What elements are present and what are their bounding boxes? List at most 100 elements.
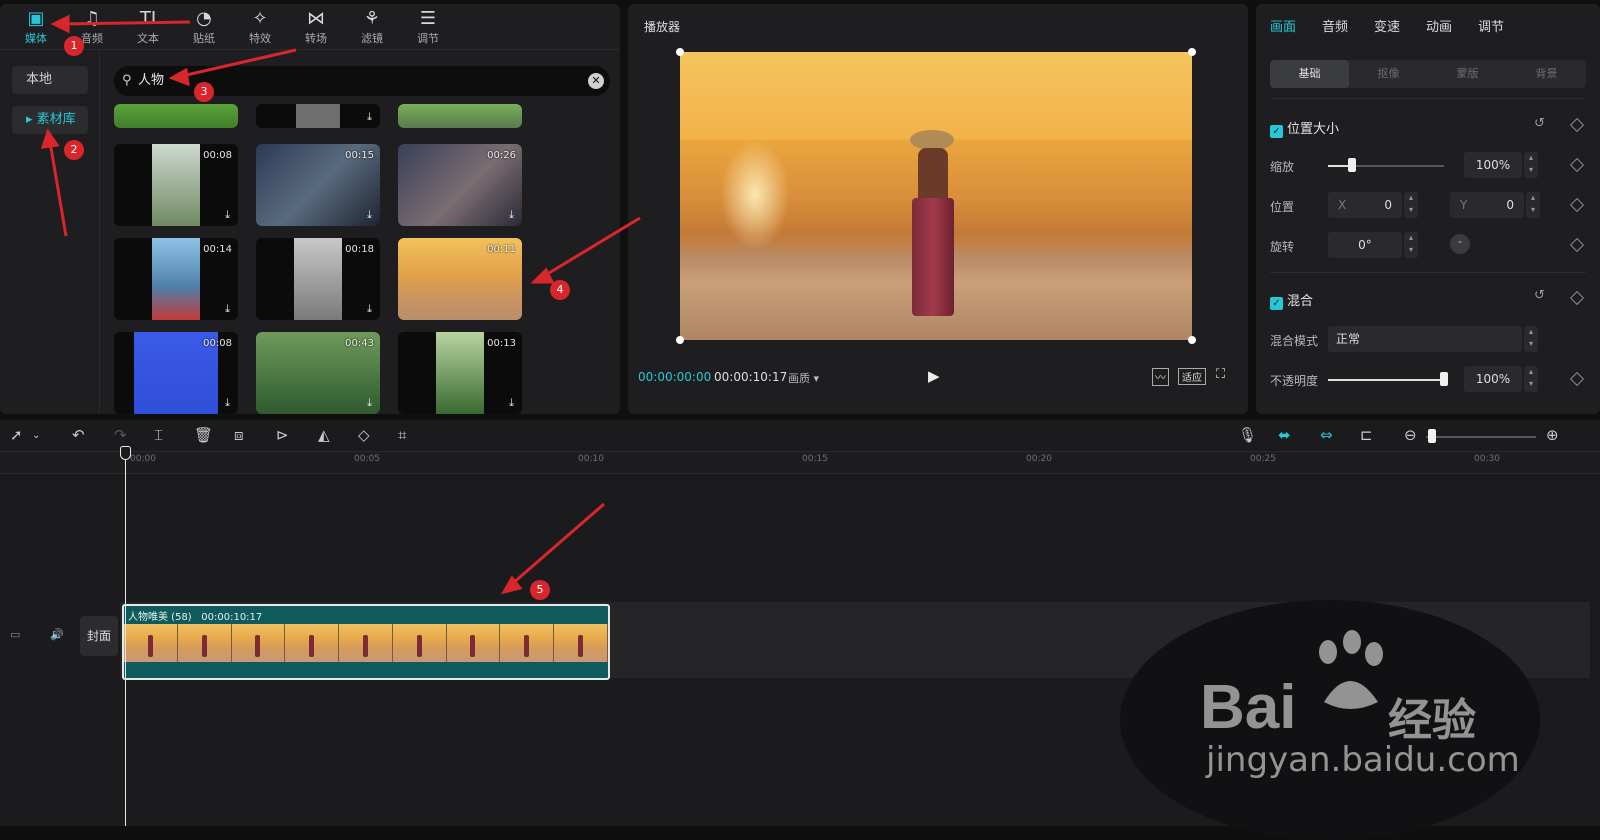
rotate-input[interactable]: 0°	[1328, 232, 1402, 258]
tab-picture[interactable]: 画面	[1270, 16, 1296, 35]
tab-text[interactable]: TI 文本	[120, 8, 176, 48]
snap-icon[interactable]: ⬌	[1278, 426, 1291, 444]
opacity-input[interactable]: 100%	[1464, 366, 1522, 392]
media-thumb[interactable]: 00:26 ⤓	[398, 144, 522, 226]
tab-prop-audio[interactable]: 音频	[1322, 16, 1348, 35]
download-icon[interactable]: ⤓	[367, 110, 372, 124]
sidebar-item-local[interactable]: 本地	[12, 66, 88, 94]
play-icon[interactable]: ▶	[928, 367, 940, 385]
tab-media[interactable]: ▣ 媒体	[8, 8, 64, 48]
media-thumb-partial[interactable]	[114, 104, 238, 128]
cover-button[interactable]: 封面	[80, 616, 118, 656]
keyframe-icon[interactable]	[1569, 290, 1585, 306]
playhead-handle[interactable]	[120, 446, 131, 460]
mirror-icon[interactable]: ◭	[318, 426, 330, 444]
fullscreen-icon[interactable]: ⛶	[1216, 367, 1225, 382]
time-ruler[interactable]: 00:00 00:05 00:10 00:15 00:20 00:25 00:3…	[0, 452, 1600, 474]
keyframe-icon[interactable]	[1569, 157, 1585, 173]
resize-handle[interactable]	[676, 336, 684, 344]
sub-tab-basic[interactable]: 基础	[1270, 60, 1349, 88]
sidebar-item-library[interactable]: ▸ 素材库	[12, 106, 88, 134]
media-thumb[interactable]: 00:08 ⤓	[114, 332, 238, 414]
media-thumb[interactable]: 00:13 ⤓	[398, 332, 522, 414]
sub-tab-background[interactable]: 背景	[1507, 60, 1586, 88]
delete-icon[interactable]: 🗑	[194, 426, 213, 444]
download-icon[interactable]: ⤓	[225, 396, 230, 410]
preview-axis-icon[interactable]: ⊏	[1360, 426, 1373, 444]
download-icon[interactable]: ⤓	[367, 208, 372, 222]
blend-mode-select[interactable]: 正常	[1328, 326, 1522, 352]
position-y-input[interactable]: Y0	[1450, 192, 1524, 218]
tab-animation[interactable]: 动画	[1426, 16, 1452, 35]
media-thumb[interactable]: 00:08 ⤓	[114, 144, 238, 226]
playhead[interactable]	[125, 448, 126, 826]
clear-search-icon[interactable]: ✕	[588, 73, 604, 89]
freeze-frame-icon[interactable]: ⧈	[234, 426, 244, 444]
quality-dropdown[interactable]: 画质 ▾	[788, 370, 819, 386]
download-icon[interactable]: ⤓	[509, 208, 514, 222]
reverse-icon[interactable]: ⊳	[276, 426, 289, 444]
download-icon[interactable]: ⤓	[225, 208, 230, 222]
redo-icon[interactable]: ↷	[114, 426, 127, 444]
microphone-icon[interactable]: 🎙	[1238, 426, 1257, 444]
reset-icon[interactable]: ↺	[1534, 116, 1545, 131]
media-thumb-selected[interactable]: 00:11	[398, 238, 522, 320]
fit-button[interactable]: 适应	[1178, 368, 1206, 385]
resize-handle[interactable]	[676, 48, 684, 56]
video-clip[interactable]: 人物唯美 (58) 00:00:10:17	[122, 604, 610, 680]
sub-tab-mask[interactable]: 蒙版	[1428, 60, 1507, 88]
track-video-icon[interactable]: ▭	[10, 628, 20, 641]
zoom-in-icon[interactable]: ⊕	[1546, 426, 1559, 444]
tab-effects[interactable]: ✧ 特效	[232, 8, 288, 48]
download-icon[interactable]: ⤓	[509, 396, 514, 410]
rotate-icon[interactable]: ◇	[358, 426, 370, 444]
download-icon[interactable]: ⤓	[367, 396, 372, 410]
position-x-input[interactable]: X0	[1328, 192, 1402, 218]
tab-transition[interactable]: ⋈ 转场	[288, 8, 344, 48]
chevron-down-icon[interactable]: ⌄	[32, 430, 40, 441]
undo-icon[interactable]: ↶	[72, 426, 85, 444]
checkbox-icon[interactable]: ✓	[1270, 297, 1283, 310]
rotate-stepper-icon[interactable]: ▴ ▾	[1404, 232, 1418, 258]
zoom-out-icon[interactable]: ⊖	[1404, 426, 1417, 444]
scale-stepper-icon[interactable]: ▴ ▾	[1524, 152, 1538, 178]
media-thumb[interactable]: 00:15 ⤓	[256, 144, 380, 226]
rotate-dial-icon[interactable]: -	[1450, 234, 1470, 254]
tab-adjust[interactable]: ☰ 调节	[400, 8, 456, 48]
media-thumb[interactable]: 00:14 ⤓	[114, 238, 238, 320]
download-icon[interactable]: ⤓	[367, 302, 372, 316]
search-input[interactable]: ⚲ 人物 ✕	[114, 66, 610, 96]
media-thumb-partial[interactable]: ⤓	[256, 104, 380, 128]
scale-slider-handle[interactable]	[1348, 158, 1356, 172]
resize-handle[interactable]	[1188, 48, 1196, 56]
resize-handle[interactable]	[1188, 336, 1196, 344]
waveform-icon[interactable]: 〰	[1152, 368, 1169, 386]
position-y-stepper-icon[interactable]: ▴ ▾	[1526, 192, 1540, 218]
split-icon[interactable]: ⌶	[154, 426, 163, 444]
reset-icon[interactable]: ↺	[1534, 288, 1545, 303]
zoom-slider[interactable]	[1426, 436, 1536, 438]
opacity-stepper-icon[interactable]: ▴ ▾	[1524, 366, 1538, 392]
track-audio-icon[interactable]: 🔊	[50, 628, 64, 641]
media-thumb[interactable]: 00:18 ⤓	[256, 238, 380, 320]
zoom-slider-handle[interactable]	[1428, 429, 1436, 443]
keyframe-icon[interactable]	[1569, 237, 1585, 253]
download-icon[interactable]: ⤓	[225, 302, 230, 316]
keyframe-icon[interactable]	[1569, 371, 1585, 387]
tab-filter[interactable]: ⚘ 滤镜	[344, 8, 400, 48]
scale-input[interactable]: 100%	[1464, 152, 1522, 178]
tab-sticker[interactable]: ◔ 贴纸	[176, 8, 232, 48]
position-x-stepper-icon[interactable]: ▴ ▾	[1404, 192, 1418, 218]
opacity-slider-handle[interactable]	[1440, 372, 1448, 386]
media-thumb[interactable]: 00:43 ⤓	[256, 332, 380, 414]
tab-prop-adjust[interactable]: 调节	[1478, 16, 1504, 35]
link-icon[interactable]: ⇔	[1320, 426, 1333, 444]
checkbox-icon[interactable]: ✓	[1270, 125, 1283, 138]
blend-mode-chevron-icon[interactable]: ▴ ▾	[1524, 326, 1538, 352]
tab-speed[interactable]: 变速	[1374, 16, 1400, 35]
sub-tab-keying[interactable]: 抠像	[1349, 60, 1428, 88]
media-thumb-partial[interactable]	[398, 104, 522, 128]
keyframe-icon[interactable]	[1569, 117, 1585, 133]
crop-icon[interactable]: ⌗	[398, 426, 406, 444]
keyframe-icon[interactable]	[1569, 197, 1585, 213]
